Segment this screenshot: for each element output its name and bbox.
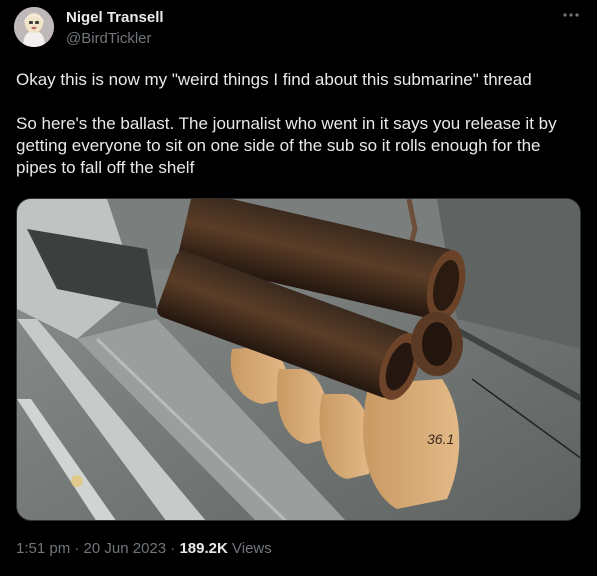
tweet-time[interactable]: 1:51 pm bbox=[16, 540, 70, 557]
profile-photo bbox=[14, 7, 54, 47]
more-options-icon[interactable] bbox=[559, 8, 583, 28]
author-name[interactable]: Nigel Transell bbox=[66, 9, 164, 26]
author-handle[interactable]: @BirdTickler bbox=[66, 30, 152, 47]
tweet: Nigel Transell @BirdTickler Okay this is… bbox=[0, 0, 597, 576]
meta-separator: · bbox=[170, 540, 176, 557]
tweet-paragraph: So here's the ballast. The journalist wh… bbox=[16, 114, 557, 177]
tweet-meta: 1:51 pm · 20 Jun 2023 · 189.2K Views bbox=[16, 540, 272, 557]
views-count: 189.2K bbox=[179, 540, 228, 557]
sandbag-marking: 36.1 bbox=[427, 431, 454, 447]
meta-separator: · bbox=[74, 540, 80, 557]
tweet-photo[interactable]: 36.1 bbox=[16, 198, 581, 521]
tweet-text: Okay this is now my "weird things I find… bbox=[16, 69, 581, 179]
ballast-photo: 36.1 bbox=[17, 199, 580, 520]
views-label: Views bbox=[232, 540, 272, 557]
tweet-paragraph: Okay this is now my "weird things I find… bbox=[16, 70, 532, 89]
tweet-date[interactable]: 20 Jun 2023 bbox=[84, 540, 167, 557]
avatar[interactable] bbox=[14, 7, 54, 47]
